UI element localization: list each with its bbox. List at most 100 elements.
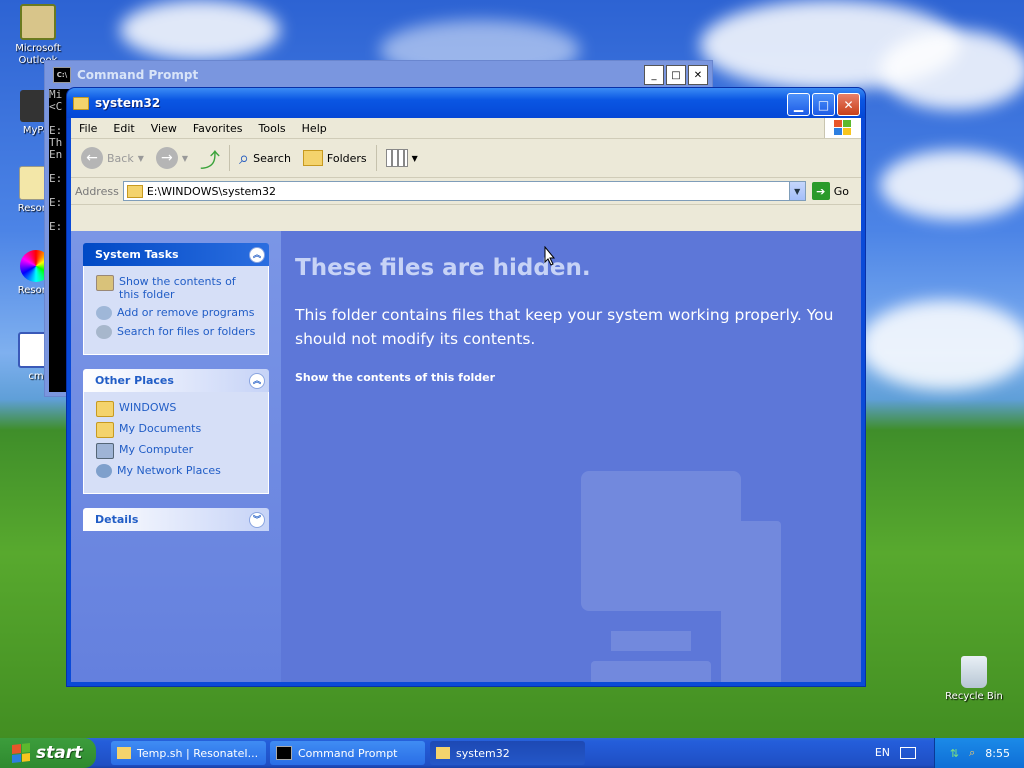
start-button[interactable]: start: [0, 738, 96, 768]
windows-folder-link[interactable]: WINDOWS: [96, 401, 258, 417]
address-input[interactable]: E:\WINDOWS\system32 ▼: [122, 181, 806, 201]
system-tray: ⇅ ⌕ 8:55: [934, 738, 1024, 768]
window-title: system32: [95, 96, 161, 110]
taskbar: start Temp.sh | ResonateI... Command Pro…: [0, 738, 1024, 768]
folders-button[interactable]: Folders: [297, 150, 373, 166]
up-button[interactable]: ⤴: [194, 144, 226, 173]
address-bar: Address E:\WINDOWS\system32 ▼ ➔ Go: [71, 178, 861, 205]
search-icon: ⌕: [239, 147, 250, 169]
search-label: Search: [253, 151, 291, 165]
cmd-window-icon: C:\: [53, 67, 71, 83]
menu-tools[interactable]: Tools: [251, 122, 294, 135]
menu-help[interactable]: Help: [294, 122, 335, 135]
collapse-icon[interactable]: ︽: [249, 246, 265, 263]
language-indicator[interactable]: EN: [875, 746, 890, 759]
chevron-down-icon: ▼: [411, 153, 418, 163]
toolbar: ← Back ▼ → ▼ ⤴ ⌕ Search Folders ▼: [71, 139, 861, 178]
windows-logo-icon: [824, 118, 861, 138]
address-dropdown-button[interactable]: ▼: [788, 182, 805, 200]
add-remove-icon: [96, 306, 112, 320]
folder-icon: [117, 747, 131, 759]
folder-icon: [96, 401, 114, 417]
minimize-button[interactable]: ▁: [787, 93, 810, 116]
details-header[interactable]: Details ︾: [83, 508, 269, 531]
menu-edit[interactable]: Edit: [105, 122, 142, 135]
back-label: Back: [107, 151, 134, 165]
expand-icon[interactable]: ︾: [249, 511, 265, 528]
computer-watermark-icon: [581, 471, 781, 682]
folder-icon: [73, 96, 89, 110]
folder-icon: [126, 184, 143, 198]
clock[interactable]: 8:55: [985, 747, 1010, 760]
search-tray-icon[interactable]: ⌕: [969, 746, 975, 760]
search-icon: [96, 325, 112, 339]
chevron-down-icon: ▼: [137, 153, 144, 163]
my-network-places-link[interactable]: My Network Places: [96, 464, 258, 478]
explorer-title-bar[interactable]: system32: [67, 88, 865, 118]
views-icon: [385, 149, 408, 167]
close-button[interactable]: ✕: [837, 93, 860, 116]
hidden-files-message: This folder contains files that keep you…: [295, 306, 834, 348]
go-arrow-icon: ➔: [811, 182, 830, 200]
computer-icon: [96, 443, 114, 459]
menu-view[interactable]: View: [143, 122, 185, 135]
forward-button[interactable]: → ▼: [150, 147, 194, 169]
menu-bar: File Edit View Favorites Tools Help: [71, 118, 861, 139]
other-places-panel: Other Places ︽ WINDOWS My Documents My C…: [83, 369, 269, 494]
system-tasks-panel: System Tasks ︽ Show the contents of this…: [83, 243, 269, 355]
mouse-cursor-icon: [544, 246, 556, 266]
desktop-icon-label: cm: [28, 371, 44, 382]
task-pane: System Tasks ︽ Show the contents of this…: [71, 231, 281, 682]
address-label: Address: [75, 184, 119, 198]
start-label: start: [36, 743, 83, 763]
taskbar-item-system32[interactable]: system32: [430, 741, 585, 765]
folder-up-icon: ⤴: [200, 147, 221, 172]
go-button[interactable]: ➔ Go: [811, 182, 857, 200]
outlook-icon: [20, 4, 56, 40]
back-arrow-icon: ←: [81, 147, 103, 169]
network-icon: [96, 464, 112, 478]
chevron-down-icon: ▼: [181, 153, 189, 163]
my-computer-link[interactable]: My Computer: [96, 443, 258, 459]
views-button[interactable]: ▼: [380, 149, 424, 167]
folder-view: These files are hidden. This folder cont…: [281, 231, 861, 682]
maximize-button[interactable]: □: [812, 93, 835, 116]
explorer-window[interactable]: system32 ▁ □ ✕ File Edit View Favorites …: [67, 88, 865, 686]
taskbar-item-temp-sh[interactable]: Temp.sh | ResonateI...: [111, 741, 266, 765]
taskbar-item-command-prompt[interactable]: Command Prompt: [270, 741, 425, 765]
folders-icon: [302, 150, 323, 166]
desktop-icon-outlook[interactable]: Microsoft Outlook: [0, 4, 76, 67]
cmd-title-bar[interactable]: C:\ Command Prompt: [45, 61, 712, 89]
cmd-title: Command Prompt: [77, 68, 199, 82]
back-button[interactable]: ← Back ▼: [75, 147, 150, 169]
show-contents-link[interactable]: Show the contents of this folder: [96, 275, 258, 301]
forward-arrow-icon: →: [155, 147, 178, 169]
cmd-icon: [276, 746, 292, 760]
folder-view-icon: [96, 275, 114, 291]
folders-label: Folders: [326, 151, 367, 165]
minimize-button[interactable]: _: [644, 65, 664, 85]
my-documents-link[interactable]: My Documents: [96, 422, 258, 438]
windows-flag-icon: [12, 743, 30, 763]
desktop-icon-label: Recycle Bin: [945, 691, 1003, 702]
address-value: E:\WINDOWS\system32: [146, 184, 276, 198]
recycle-bin-icon: [961, 656, 987, 688]
desktop-icon-recycle-bin[interactable]: Recycle Bin: [936, 656, 1012, 703]
other-places-header[interactable]: Other Places ︽: [83, 369, 269, 392]
maximize-button[interactable]: □: [666, 65, 686, 85]
keyboard-icon[interactable]: [900, 746, 916, 759]
show-contents-main-link[interactable]: Show the contents of this folder: [295, 371, 495, 384]
search-button[interactable]: ⌕ Search: [233, 148, 297, 169]
add-remove-programs-link[interactable]: Add or remove programs: [96, 306, 258, 320]
menu-file[interactable]: File: [71, 122, 105, 135]
network-tray-icon[interactable]: ⇅: [950, 747, 959, 760]
folder-icon: [436, 747, 450, 759]
close-button[interactable]: ✕: [688, 65, 708, 85]
search-files-link[interactable]: Search for files or folders: [96, 325, 258, 339]
menu-favorites[interactable]: Favorites: [185, 122, 251, 135]
collapse-icon[interactable]: ︽: [249, 372, 265, 389]
go-label: Go: [833, 184, 849, 198]
details-panel: Details ︾: [83, 508, 269, 531]
my-documents-icon: [96, 422, 114, 438]
system-tasks-header[interactable]: System Tasks ︽: [83, 243, 269, 266]
